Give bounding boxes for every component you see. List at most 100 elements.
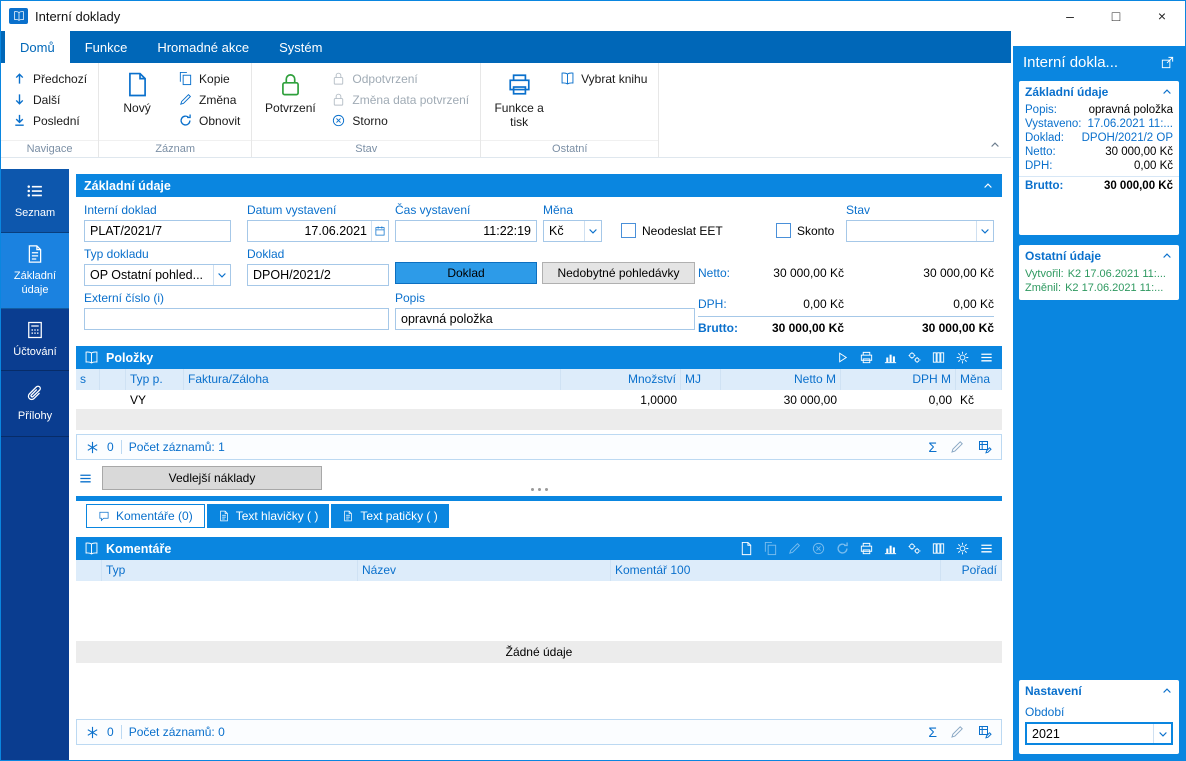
sidebar-item-seznam[interactable]: Seznam — [1, 169, 69, 233]
dropdown-button[interactable] — [1153, 724, 1171, 743]
settings-gear-icon[interactable] — [955, 541, 970, 556]
dropdown-button[interactable] — [213, 265, 230, 285]
gears-icon[interactable] — [907, 541, 922, 556]
run-icon[interactable] — [835, 350, 850, 365]
dropdown-button[interactable] — [584, 221, 601, 241]
vedlejsi-naklady-button[interactable]: Vedlejší náklady — [102, 466, 322, 490]
datum-vystaveni-input[interactable]: 17.06.2021 — [247, 220, 389, 242]
column-header-s[interactable]: s — [76, 369, 100, 390]
popis-input[interactable]: opravná položka — [395, 308, 695, 330]
refresh-icon[interactable] — [835, 541, 850, 556]
funkce-a-tisk-button[interactable]: Funkce a tisk — [489, 68, 549, 137]
sum-icon[interactable]: Σ — [928, 725, 937, 739]
new-record-icon[interactable] — [739, 541, 754, 556]
panel-card-header: Ostatní údaje — [1019, 245, 1179, 267]
chart-icon[interactable] — [883, 541, 898, 556]
ribbon-tab-funkce[interactable]: Funkce — [70, 31, 143, 63]
columns-icon[interactable] — [931, 541, 946, 556]
section-splitter-bar[interactable] — [76, 496, 1002, 501]
collapse-chevron-icon[interactable] — [1161, 250, 1173, 262]
edit-pencil-icon[interactable] — [949, 439, 965, 455]
nedobytne-pohledavky-button[interactable]: Nedobytné pohledávky — [542, 262, 695, 284]
sidebar-item-uctovani[interactable]: Účtování — [1, 309, 69, 371]
splitter-handle[interactable] — [76, 488, 1002, 491]
column-header-mj[interactable]: MJ — [681, 369, 721, 390]
grid-edit-icon[interactable] — [977, 724, 993, 740]
zmena-button[interactable]: Změna — [175, 89, 243, 110]
column-header-dph[interactable]: DPH M — [841, 369, 956, 390]
column-header-typ[interactable]: Typ — [102, 560, 358, 581]
tab-label: Systém — [279, 40, 322, 55]
column-header-nazev[interactable]: Název — [358, 560, 611, 581]
settings-gear-icon[interactable] — [955, 350, 970, 365]
grid-edit-icon[interactable] — [977, 439, 993, 455]
title-bar: Interní doklady – □ × — [1, 1, 1185, 31]
ribbon-collapse-chevron-icon[interactable] — [989, 139, 1001, 151]
predchozi-button[interactable]: Předchozí — [9, 68, 90, 89]
column-header-mena[interactable]: Měna — [956, 369, 1002, 390]
kopie-button[interactable]: Kopie — [175, 68, 243, 89]
gears-icon[interactable] — [907, 350, 922, 365]
freeze-rows-icon[interactable] — [85, 725, 100, 740]
sidebar-item-zakladni-udaje[interactable]: Základní údaje — [1, 233, 69, 309]
sidebar-item-prilohy[interactable]: Přílohy — [1, 371, 69, 437]
edit-pencil-icon[interactable] — [949, 724, 965, 740]
tab-komentare[interactable]: Komentáře (0) — [86, 504, 205, 528]
odpotvrzeni-button[interactable]: Odpotvrzení — [328, 68, 472, 89]
edit-pencil-icon[interactable] — [787, 541, 802, 556]
menu-icon[interactable] — [78, 471, 93, 486]
print-icon[interactable] — [859, 541, 874, 556]
maximize-button[interactable]: □ — [1093, 1, 1139, 31]
column-header-icon[interactable] — [76, 560, 102, 581]
column-header-typ[interactable]: Typ p. — [126, 369, 184, 390]
mena-select[interactable]: Kč — [543, 220, 602, 242]
menu-icon[interactable] — [979, 350, 994, 365]
collapse-chevron-icon[interactable] — [1161, 685, 1173, 697]
obnovit-button[interactable]: Obnovit — [175, 110, 243, 131]
collapse-chevron-icon[interactable] — [1161, 86, 1173, 98]
doklad-input[interactable]: DPOH/2021/2 — [247, 264, 389, 286]
close-button[interactable]: × — [1139, 1, 1185, 31]
row-value[interactable]: DPOH/2021/2 OP — [1082, 132, 1173, 144]
column-header-netto[interactable]: Netto M — [721, 369, 841, 390]
columns-icon[interactable] — [931, 350, 946, 365]
open-in-window-icon[interactable] — [1160, 55, 1175, 70]
row-label: Brutto: — [1025, 180, 1063, 192]
column-header-mnozstvi[interactable]: Množství — [561, 369, 681, 390]
ribbon-tab-domu[interactable]: Domů — [5, 31, 70, 63]
interni-doklad-input[interactable]: PLAT/2021/7 — [84, 220, 231, 242]
externi-cislo-input[interactable] — [84, 308, 389, 330]
print-icon[interactable] — [859, 350, 874, 365]
storno-button[interactable]: Storno — [328, 110, 472, 131]
ribbon-tab-system[interactable]: Systém — [264, 31, 337, 63]
grid-book-icon — [84, 350, 99, 365]
column-header-poradi[interactable]: Pořadí — [941, 560, 1002, 581]
obdobi-select[interactable]: 2021 — [1025, 722, 1173, 745]
column-header-komentar[interactable]: Komentář 100 — [611, 560, 941, 581]
novy-button[interactable]: Nový — [107, 68, 167, 137]
tab-text-paticky[interactable]: Text patičky ( ) — [331, 504, 448, 528]
chart-icon[interactable] — [883, 350, 898, 365]
zmena-data-potvrzeni-button[interactable]: Změna data potvrzení — [328, 89, 472, 110]
calendar-picker-button[interactable] — [371, 221, 388, 241]
ribbon-tab-hromadne-akce[interactable]: Hromadné akce — [142, 31, 264, 63]
doklad-toggle-button[interactable]: Doklad — [395, 262, 537, 284]
column-header-icon[interactable] — [100, 369, 126, 390]
vybrat-knihu-button[interactable]: Vybrat knihu — [557, 68, 650, 89]
calendar-icon — [374, 225, 386, 237]
freeze-rows-icon[interactable] — [85, 440, 100, 455]
cas-vystaveni-input[interactable]: 11:22:19 — [395, 220, 537, 242]
minimize-button[interactable]: – — [1047, 1, 1093, 31]
potvrzeni-button[interactable]: Potvrzení — [260, 68, 320, 137]
delete-icon[interactable] — [811, 541, 826, 556]
items-table-row[interactable]: VY 1,0000 30 000,00 0,00 Kč — [76, 390, 1002, 410]
column-header-faktura[interactable]: Faktura/Záloha — [184, 369, 561, 390]
dalsi-button[interactable]: Další — [9, 89, 90, 110]
copy-icon[interactable] — [763, 541, 778, 556]
typ-dokladu-select[interactable]: OP Ostatní pohled... — [84, 264, 231, 286]
sum-icon[interactable]: Σ — [928, 440, 937, 454]
tab-text-hlavicky[interactable]: Text hlavičky ( ) — [207, 504, 330, 528]
collapse-chevron-icon[interactable] — [982, 180, 994, 192]
posledni-button[interactable]: Poslední — [9, 110, 90, 131]
menu-icon[interactable] — [979, 541, 994, 556]
